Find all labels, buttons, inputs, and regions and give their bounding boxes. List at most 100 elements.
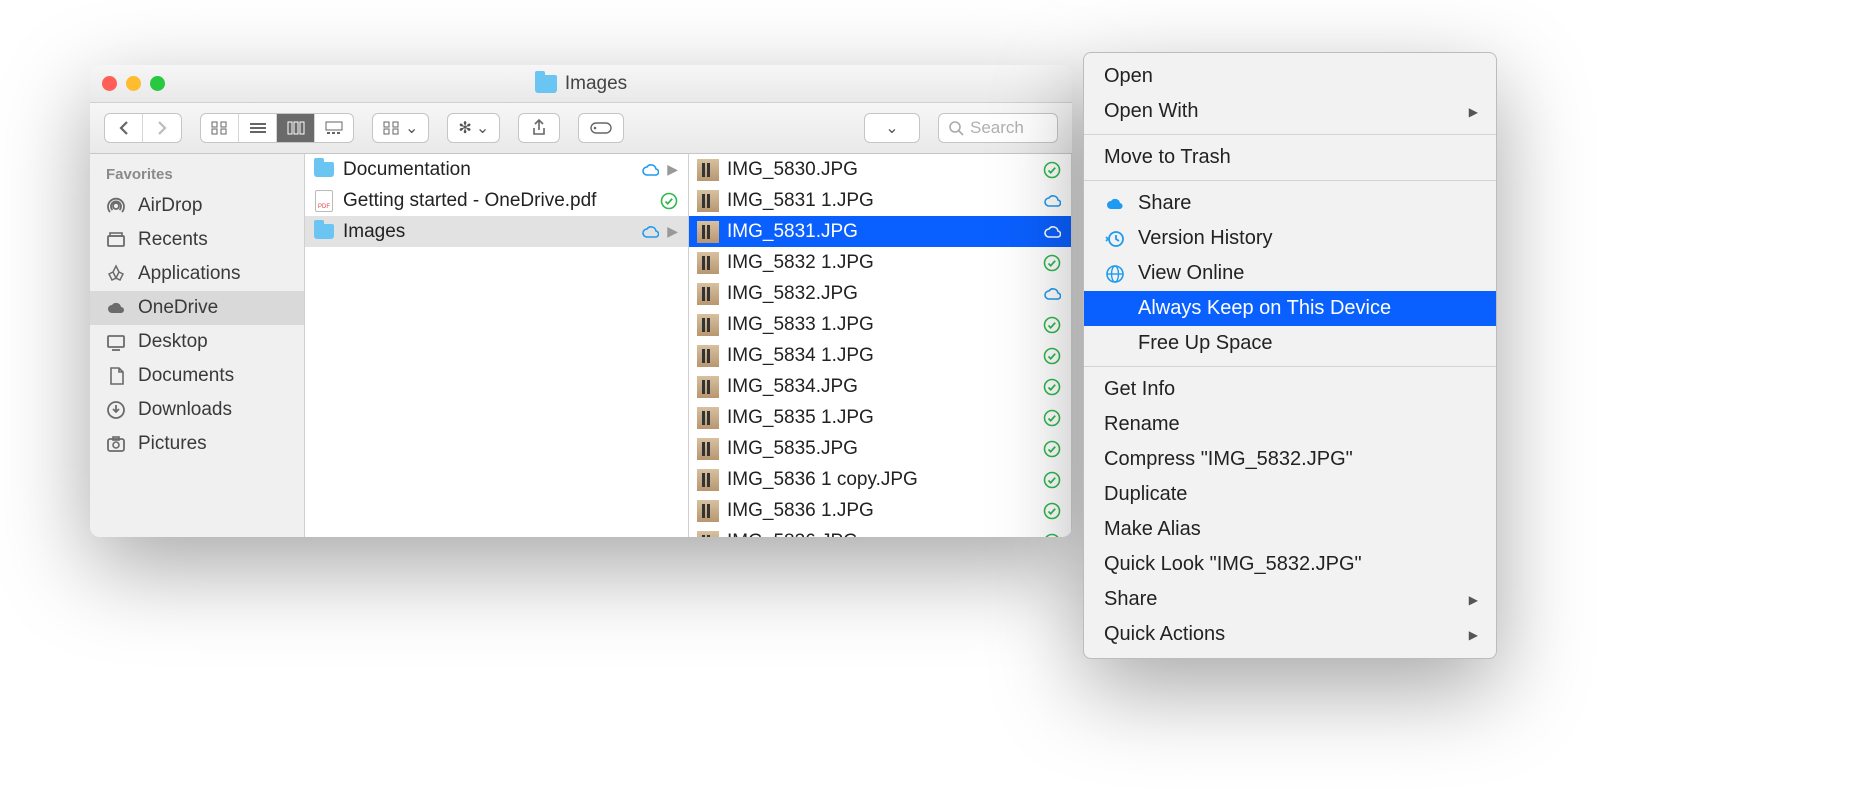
- menu-item-label: Version History: [1138, 227, 1273, 250]
- menu-item-share[interactable]: Share: [1084, 582, 1496, 617]
- view-gallery-button[interactable]: [315, 114, 353, 142]
- sidebar-item-label: OneDrive: [138, 297, 218, 319]
- sidebar-item-applications[interactable]: Applications: [90, 257, 304, 291]
- folder-icon: [313, 159, 335, 181]
- check-icon: [1043, 161, 1061, 179]
- menu-item-move-to-trash[interactable]: Move to Trash: [1084, 140, 1496, 175]
- file-row[interactable]: IMG_5832.JPG: [689, 278, 1071, 309]
- folder-row[interactable]: Images▶: [305, 216, 688, 247]
- row-label: Getting started - OneDrive.pdf: [343, 190, 652, 212]
- context-menu: Open Open With Move to Trash Share Version H…: [1083, 52, 1497, 659]
- sidebar-item-downloads[interactable]: Downloads: [90, 393, 304, 427]
- menu-item-label: Quick Actions: [1104, 623, 1225, 646]
- row-label: IMG_5834 1.JPG: [727, 345, 1035, 367]
- column-1: Documentation▶ Getting started - OneDrive…: [305, 154, 689, 537]
- cloud-icon: [104, 298, 128, 318]
- file-row[interactable]: IMG_5836 1 copy.JPG: [689, 464, 1071, 495]
- maximize-window-button[interactable]: [150, 76, 165, 91]
- menu-item-label: Share: [1104, 588, 1157, 611]
- thumbnail-icon: [697, 190, 719, 212]
- minimize-window-button[interactable]: [126, 76, 141, 91]
- file-row[interactable]: IMG_5836.JPG: [689, 526, 1071, 537]
- search-icon: [949, 121, 964, 136]
- menu-separator: [1084, 366, 1496, 367]
- menu-item-view-online[interactable]: View Online: [1084, 256, 1496, 291]
- close-window-button[interactable]: [102, 76, 117, 91]
- view-icons-button[interactable]: [201, 114, 239, 142]
- menu-item-label: Quick Look "IMG_5832.JPG": [1104, 553, 1362, 576]
- pictures-icon: [104, 434, 128, 454]
- documents-icon: [104, 366, 128, 386]
- menu-item-label: View Online: [1138, 262, 1244, 285]
- row-label: Documentation: [343, 159, 633, 181]
- share-button[interactable]: [518, 113, 560, 143]
- forward-button[interactable]: [143, 114, 181, 142]
- menu-item-label: Always Keep on This Device: [1138, 297, 1391, 320]
- cloud-fill-icon: [1104, 197, 1126, 211]
- row-label: IMG_5836 1 copy.JPG: [727, 469, 1035, 491]
- menu-item-label: Open With: [1104, 100, 1198, 123]
- menu-item-duplicate[interactable]: Duplicate: [1084, 477, 1496, 512]
- check-icon: [1043, 254, 1061, 272]
- folder-row[interactable]: Documentation▶: [305, 154, 688, 185]
- file-row[interactable]: IMG_5832 1.JPG: [689, 247, 1071, 278]
- menu-item-share[interactable]: Share: [1084, 186, 1496, 221]
- sidebar: Favorites AirDropRecentsApplicationsOneD…: [90, 154, 305, 537]
- arrange-button[interactable]: ⌄: [372, 113, 429, 143]
- back-button[interactable]: [105, 114, 143, 142]
- thumbnail-icon: [697, 252, 719, 274]
- folder-row[interactable]: Getting started - OneDrive.pdf: [305, 185, 688, 216]
- globe-icon: [1104, 264, 1126, 284]
- file-row[interactable]: IMG_5833 1.JPG: [689, 309, 1071, 340]
- cloud-icon: [1043, 223, 1061, 241]
- file-row[interactable]: IMG_5836 1.JPG: [689, 495, 1071, 526]
- window-controls: [102, 76, 165, 91]
- thumbnail-icon: [697, 531, 719, 538]
- chevron-down-icon: ⌄: [405, 118, 418, 138]
- file-row[interactable]: IMG_5835 1.JPG: [689, 402, 1071, 433]
- file-row[interactable]: IMG_5834.JPG: [689, 371, 1071, 402]
- menu-item-make-alias[interactable]: Make Alias: [1084, 512, 1496, 547]
- nav-buttons: [104, 113, 182, 143]
- search-input[interactable]: Search: [938, 113, 1058, 143]
- menu-item-free-up-space[interactable]: Free Up Space: [1084, 326, 1496, 361]
- menu-item-get-info[interactable]: Get Info: [1084, 372, 1496, 407]
- check-icon: [1043, 471, 1061, 489]
- file-row[interactable]: IMG_5831 1.JPG: [689, 185, 1071, 216]
- folder-icon: [313, 221, 335, 243]
- view-list-button[interactable]: [239, 114, 277, 142]
- chevron-down-icon: ⌄: [885, 118, 898, 138]
- cloud-icon: [1043, 192, 1061, 210]
- action-button[interactable]: ✻ ⌄: [447, 113, 500, 143]
- menu-separator: [1084, 134, 1496, 135]
- sidebar-item-airdrop[interactable]: AirDrop: [90, 189, 304, 223]
- menu-item-rename[interactable]: Rename: [1084, 407, 1496, 442]
- menu-item-quick-actions[interactable]: Quick Actions: [1084, 617, 1496, 652]
- row-label: IMG_5836 1.JPG: [727, 500, 1035, 522]
- search-placeholder: Search: [970, 118, 1024, 138]
- row-label: IMG_5831.JPG: [727, 221, 1035, 243]
- sidebar-item-label: Pictures: [138, 433, 207, 455]
- file-row[interactable]: IMG_5835.JPG: [689, 433, 1071, 464]
- row-label: IMG_5831 1.JPG: [727, 190, 1035, 212]
- sidebar-item-onedrive[interactable]: OneDrive: [90, 291, 304, 325]
- menu-item-compress-img-5832-jpg[interactable]: Compress "IMG_5832.JPG": [1084, 442, 1496, 477]
- sidebar-item-documents[interactable]: Documents: [90, 359, 304, 393]
- sidebar-item-desktop[interactable]: Desktop: [90, 325, 304, 359]
- menu-item-open[interactable]: Open: [1084, 59, 1496, 94]
- sidebar-item-label: Documents: [138, 365, 234, 387]
- view-columns-button[interactable]: [277, 114, 315, 142]
- file-row[interactable]: IMG_5830.JPG: [689, 154, 1071, 185]
- menu-item-open-with[interactable]: Open With: [1084, 94, 1496, 129]
- dropdown-button[interactable]: ⌄: [864, 113, 920, 143]
- menu-item-always-keep-on-this-device[interactable]: Always Keep on This Device: [1084, 291, 1496, 326]
- row-label: IMG_5833 1.JPG: [727, 314, 1035, 336]
- file-row[interactable]: IMG_5834 1.JPG: [689, 340, 1071, 371]
- sidebar-item-pictures[interactable]: Pictures: [90, 427, 304, 461]
- menu-item-version-history[interactable]: Version History: [1084, 221, 1496, 256]
- sidebar-item-recents[interactable]: Recents: [90, 223, 304, 257]
- menu-item-quick-look-img-5832-jpg[interactable]: Quick Look "IMG_5832.JPG": [1084, 547, 1496, 582]
- file-row[interactable]: IMG_5831.JPG: [689, 216, 1071, 247]
- check-icon: [1043, 440, 1061, 458]
- tags-button[interactable]: [578, 113, 624, 143]
